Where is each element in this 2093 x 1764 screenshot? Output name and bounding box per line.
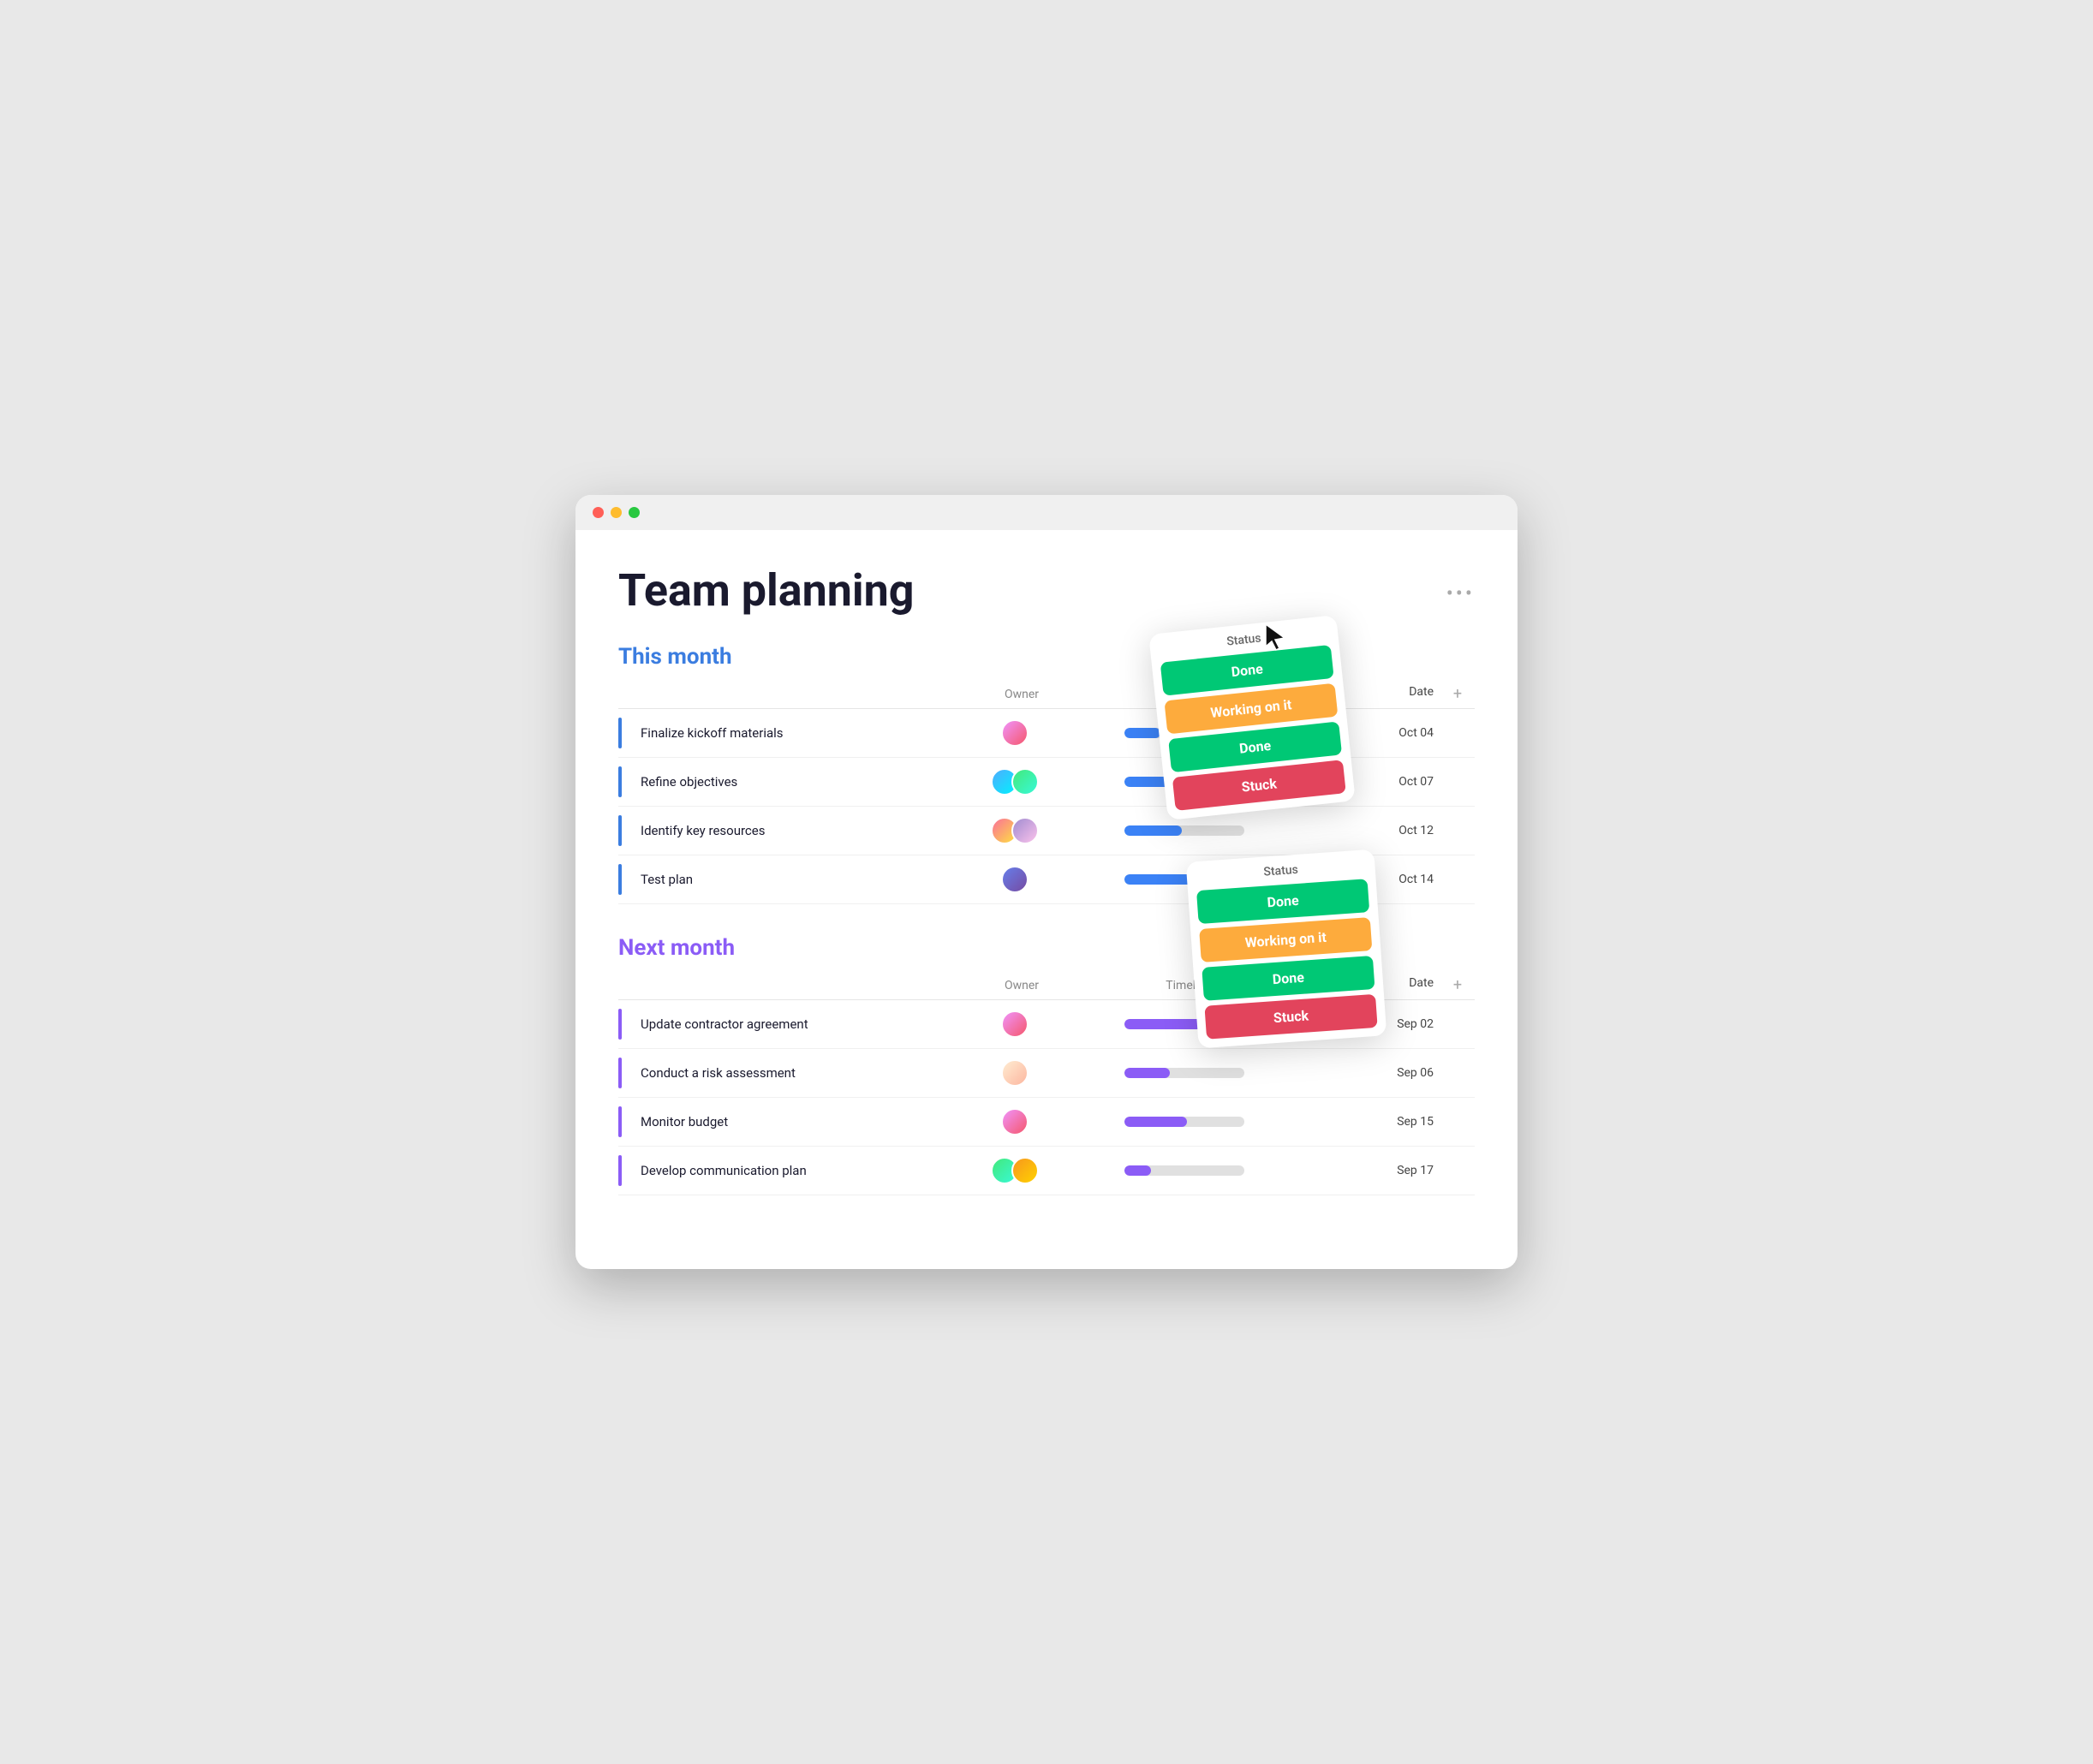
table-row: Conduct a risk assessment Sep 06 xyxy=(618,1049,1475,1098)
timeline-bar xyxy=(1124,825,1244,836)
owner-cell xyxy=(958,866,1071,893)
timeline-fill xyxy=(1124,825,1182,836)
task-name-label: Monitor budget xyxy=(641,1114,728,1129)
date-cell: Sep 06 xyxy=(1297,1066,1440,1080)
avatar-group xyxy=(1001,719,1029,747)
date-cell: Sep 17 xyxy=(1297,1164,1440,1177)
owner-cell xyxy=(958,1010,1071,1038)
row-accent-bar xyxy=(618,1106,622,1137)
avatar xyxy=(1001,1108,1029,1135)
timeline-fill xyxy=(1124,1068,1170,1078)
avatar xyxy=(1011,768,1039,796)
task-name-label: Test plan xyxy=(641,872,693,887)
add-column-button[interactable]: + xyxy=(1440,685,1475,703)
avatar-group xyxy=(1001,1059,1029,1087)
status-badge-working[interactable]: Working on it xyxy=(1199,917,1372,962)
avatar-group xyxy=(1001,866,1029,893)
timeline-bar xyxy=(1124,1068,1244,1078)
owner-cell xyxy=(958,768,1071,796)
task-name-cell: Finalize kickoff materials xyxy=(618,718,958,748)
avatar xyxy=(1011,817,1039,844)
timeline-fill xyxy=(1124,1117,1187,1127)
table-row: Monitor budget Sep 15 xyxy=(618,1098,1475,1147)
more-options-button[interactable]: ••• xyxy=(1446,581,1475,605)
owner-cell xyxy=(958,1108,1071,1135)
owner-cell xyxy=(958,1059,1071,1087)
task-name-cell: Develop communication plan xyxy=(618,1155,958,1186)
owner-cell xyxy=(958,1157,1071,1184)
this-month-heading: This month xyxy=(618,644,1475,670)
row-accent-bar xyxy=(618,766,622,797)
add-column-button[interactable]: + xyxy=(1440,976,1475,994)
row-accent-bar xyxy=(618,718,622,748)
task-name-label: Update contractor agreement xyxy=(641,1016,808,1032)
status-dropdown-card-2: Status Done Working on it Done Stuck xyxy=(1186,849,1387,1049)
timeline-cell xyxy=(1071,825,1297,836)
this-month-table-header: Owner Timeline Date + xyxy=(618,680,1475,709)
timeline-cell xyxy=(1071,1068,1297,1078)
row-accent-bar xyxy=(618,815,622,846)
browser-window: ••• Team planning This month Owner Timel… xyxy=(575,495,1518,1269)
avatar-group xyxy=(1001,1108,1029,1135)
row-accent-bar xyxy=(618,1058,622,1088)
date-cell: Oct 12 xyxy=(1297,824,1440,837)
minimize-dot[interactable] xyxy=(611,507,622,518)
task-name-cell: Monitor budget xyxy=(618,1106,958,1137)
avatar xyxy=(1001,866,1029,893)
timeline-bar xyxy=(1124,1117,1244,1127)
task-name-cell: Identify key resources xyxy=(618,815,958,846)
avatar xyxy=(1001,1010,1029,1038)
row-accent-bar xyxy=(618,1009,622,1040)
owner-column-header: Owner xyxy=(966,976,1077,994)
row-accent-bar xyxy=(618,864,622,895)
task-name-cell: Test plan xyxy=(618,864,958,895)
timeline-cell xyxy=(1071,1165,1297,1176)
timeline-cell xyxy=(1071,1117,1297,1127)
task-name-label: Refine objectives xyxy=(641,774,737,790)
table-row: Identify key resources Oct 12 xyxy=(618,807,1475,855)
table-row: Develop communication plan Sep 17 xyxy=(618,1147,1475,1195)
avatar-group xyxy=(991,768,1039,796)
avatar-group xyxy=(1001,1010,1029,1038)
timeline-fill xyxy=(1124,1165,1151,1176)
task-name-cell: Refine objectives xyxy=(618,766,958,797)
task-column-header xyxy=(618,976,966,994)
maximize-dot[interactable] xyxy=(629,507,640,518)
row-accent-bar xyxy=(618,1155,622,1186)
avatar-group xyxy=(991,1157,1039,1184)
avatar xyxy=(1011,1157,1039,1184)
status-badge-stuck[interactable]: Stuck xyxy=(1204,994,1377,1040)
timeline-bar xyxy=(1124,1165,1244,1176)
task-name-cell: Conduct a risk assessment xyxy=(618,1058,958,1088)
status-dropdown-card-1: Status Done Working on it Done Stuck xyxy=(1148,615,1356,820)
owner-cell xyxy=(958,719,1071,747)
avatar xyxy=(1001,1059,1029,1087)
avatar xyxy=(1001,719,1029,747)
main-content: ••• Team planning This month Owner Timel… xyxy=(575,530,1518,1269)
task-name-label: Conduct a risk assessment xyxy=(641,1065,796,1081)
status-badge-done-2[interactable]: Done xyxy=(1202,956,1374,1001)
page-title: Team planning xyxy=(618,564,1475,617)
owner-column-header: Owner xyxy=(966,685,1077,703)
timeline-fill xyxy=(1124,728,1160,738)
task-name-label: Identify key resources xyxy=(641,823,765,838)
task-name-label: Develop communication plan xyxy=(641,1163,807,1178)
close-dot[interactable] xyxy=(593,507,604,518)
task-name-label: Finalize kickoff materials xyxy=(641,725,784,741)
avatar-group xyxy=(991,817,1039,844)
task-name-cell: Update contractor agreement xyxy=(618,1009,958,1040)
owner-cell xyxy=(958,817,1071,844)
browser-bar xyxy=(575,495,1518,530)
task-column-header xyxy=(618,685,966,703)
date-cell: Sep 15 xyxy=(1297,1115,1440,1129)
status-badge-done[interactable]: Done xyxy=(1196,879,1369,924)
